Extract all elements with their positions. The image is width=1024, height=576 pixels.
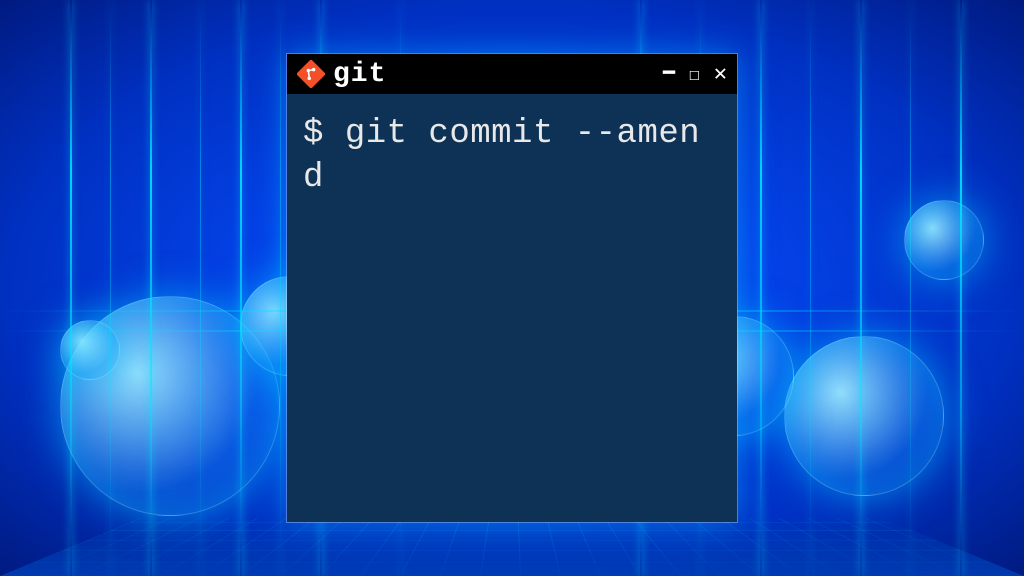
minimize-button[interactable]: ━ <box>663 60 675 88</box>
terminal-window: git ━ ☐ ✕ $ git commit --amend <box>286 53 738 523</box>
titlebar[interactable]: git ━ ☐ ✕ <box>287 54 737 94</box>
app-title: git <box>333 59 386 90</box>
terminal-command: git commit --amend <box>303 115 700 197</box>
maximize-button[interactable]: ☐ <box>689 64 700 85</box>
git-icon <box>297 60 325 88</box>
prompt-symbol: $ <box>303 115 345 153</box>
terminal-body[interactable]: $ git commit --amend <box>287 94 737 522</box>
close-button[interactable]: ✕ <box>714 63 727 85</box>
